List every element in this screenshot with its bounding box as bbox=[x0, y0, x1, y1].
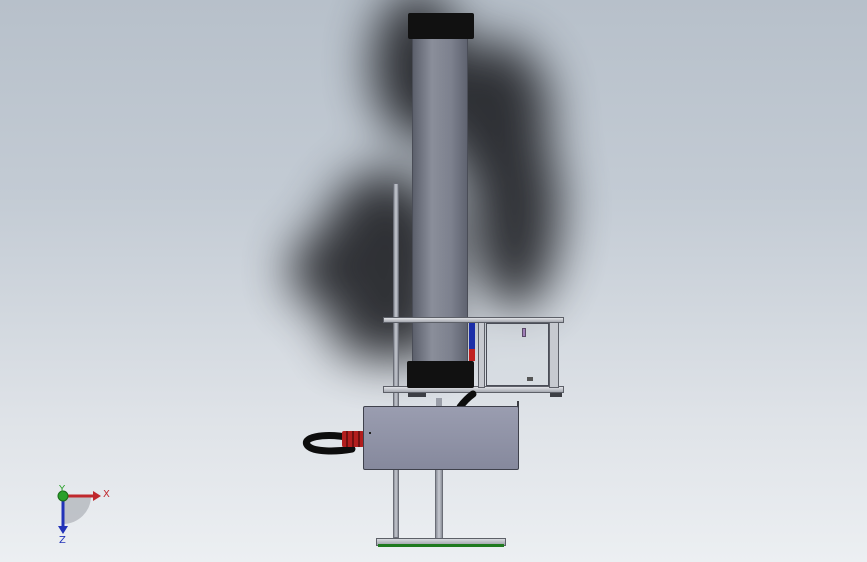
x-axis-arrow-icon bbox=[93, 491, 101, 501]
hose-fitting[interactable] bbox=[342, 431, 364, 447]
triad-shadow-icon bbox=[63, 496, 91, 524]
housing-indicator bbox=[369, 432, 371, 434]
graphics-viewport[interactable] bbox=[0, 0, 867, 562]
x-axis-label: X bbox=[103, 489, 110, 500]
hose-svg[interactable] bbox=[0, 0, 867, 562]
y-axis-label: Y bbox=[58, 484, 66, 495]
orientation-triad[interactable]: X Z Y bbox=[48, 482, 118, 548]
z-axis-label: Z bbox=[59, 535, 66, 546]
control-housing[interactable] bbox=[363, 406, 519, 470]
base-stripe bbox=[378, 544, 504, 547]
z-axis-arrow-icon bbox=[58, 526, 68, 534]
